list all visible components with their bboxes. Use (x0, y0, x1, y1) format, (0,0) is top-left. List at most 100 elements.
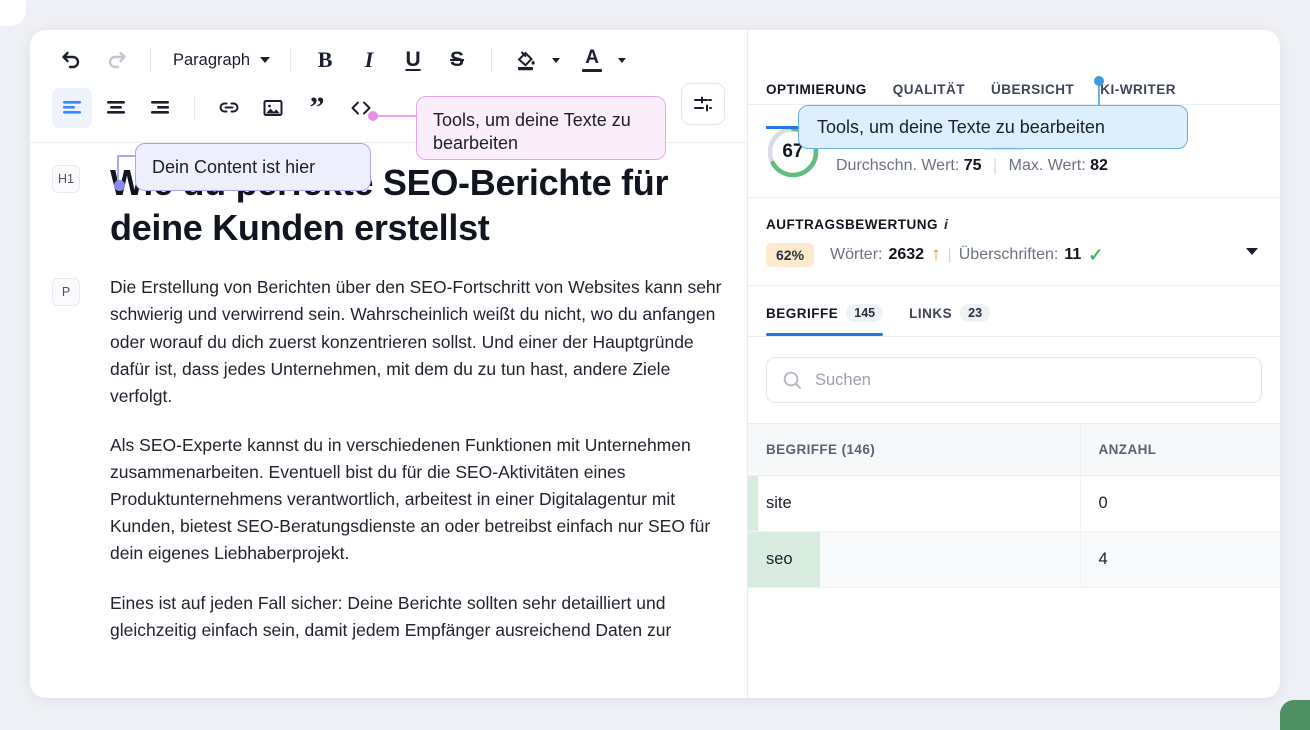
assessment-label: AUFTRAGSBEWERTUNG (766, 216, 938, 232)
fill-color-icon (517, 51, 535, 71)
tab-qualitaet[interactable]: QUALITÄT (893, 82, 965, 97)
check-icon: ✓ (1088, 244, 1104, 265)
blue-callout-anchor-dot (1094, 76, 1104, 86)
assessment-header: AUFTRAGSBEWERTUNG i (766, 216, 1262, 232)
highlight-color-chevron-down-icon[interactable] (552, 57, 561, 63)
assessment-section: AUFTRAGSBEWERTUNG i 62% Wörter: 2632 ↑ |… (748, 198, 1280, 286)
max-label: Max. Wert: (1008, 156, 1086, 174)
column-header-begriffe[interactable]: BEGRIFFE (146) (748, 423, 1080, 476)
callout-tools-pink: Tools, um deine Texte zu bearbeiten (416, 96, 666, 160)
callout-dein-content: Dein Content ist hier (135, 143, 371, 191)
bold-icon: B (317, 47, 333, 72)
align-left-icon (63, 101, 81, 114)
content-score-stats: Durchschn. Wert: 75 | Max. Wert: 82 (836, 157, 1262, 175)
table-row[interactable]: seo 4 (748, 531, 1280, 588)
redo-button[interactable] (96, 40, 136, 80)
block-badge-h1: H1 (52, 165, 80, 193)
undo-icon (62, 51, 80, 69)
tab-uebersicht[interactable]: ÜBERSICHT (991, 82, 1074, 97)
text-color-button[interactable]: A (572, 40, 612, 80)
count-cell: 0 (1079, 475, 1280, 532)
search-section (748, 337, 1280, 423)
average-value: 75 (963, 156, 982, 174)
headings-label: Überschriften: (958, 246, 1059, 263)
tab-ki-writer[interactable]: KI-WRITER (1100, 82, 1176, 97)
max-value: 82 (1090, 156, 1108, 174)
sub-tab-links-label: LINKS (909, 305, 953, 321)
paragraph-style-label: Paragraph (173, 50, 251, 69)
terms-table: BEGRIFFE (146) ANZAHL site 0 seo 4 (748, 423, 1280, 588)
trend-up-icon: ↑ (931, 244, 941, 265)
sub-tab-links-count: 23 (960, 304, 991, 322)
redo-icon (108, 51, 126, 69)
words-label: Wörter: (830, 246, 883, 263)
text-color-icon: A (585, 46, 599, 68)
underline-button[interactable]: U (393, 40, 433, 80)
term-cell: seo (748, 531, 1080, 588)
sub-tab-links[interactable]: LINKS 23 (909, 304, 991, 336)
table-row[interactable]: site 0 (748, 475, 1280, 532)
sub-tab-begriffe[interactable]: BEGRIFFE 145 (766, 304, 884, 336)
undo-button[interactable] (52, 40, 92, 80)
stats-separator: | (993, 156, 998, 174)
panel-tab-bar: OPTIMIERUNG QUALITÄT ÜBERSICHT KI-WRITER (748, 30, 1280, 104)
bold-button[interactable]: B (305, 40, 345, 80)
align-center-button[interactable] (96, 88, 136, 128)
panel-sub-tab-bar: BEGRIFFE 145 LINKS 23 (748, 286, 1280, 336)
headings-value: 11 (1064, 246, 1082, 263)
decorative-corner-top-left (0, 0, 26, 26)
term-cell: site (748, 475, 1080, 532)
terms-table-head: BEGRIFFE (146) ANZAHL (748, 423, 1280, 476)
pink-callout-connector (372, 115, 418, 117)
insert-link-button[interactable] (209, 88, 249, 128)
text-color-chevron-down-icon[interactable] (618, 57, 627, 63)
toolbar-divider (194, 95, 195, 121)
assessment-collapse-chevron-down-icon[interactable] (1246, 248, 1258, 255)
toolbar-divider (150, 47, 151, 73)
italic-button[interactable]: I (349, 40, 389, 80)
count-cell: 4 (1079, 531, 1280, 588)
document-block-paragraphs: P Die Erstellung von Berichten über den … (52, 274, 725, 644)
image-icon (263, 100, 283, 116)
info-icon[interactable]: i (944, 216, 948, 232)
chevron-down-icon (260, 57, 271, 63)
paragraph-2: Als SEO-Experte kannst du in verschieden… (110, 434, 711, 564)
decorative-corner-bottom-right (1280, 700, 1310, 730)
strikethrough-icon: S (450, 48, 465, 71)
column-header-anzahl[interactable]: ANZAHL (1079, 423, 1280, 476)
link-icon (219, 102, 239, 113)
paragraph-3: Eines ist auf jeden Fall sicher: Deine B… (110, 592, 672, 640)
toolbar-divider (290, 47, 292, 73)
paragraph-style-dropdown[interactable]: Paragraph (165, 43, 276, 77)
assessment-percent-badge: 62% (766, 243, 815, 267)
align-right-button[interactable] (140, 88, 180, 128)
sub-tab-begriffe-count: 145 (846, 304, 884, 322)
strikethrough-button[interactable]: S (437, 40, 477, 80)
sub-tab-begriffe-label: BEGRIFFE (766, 305, 839, 321)
toolbar-divider (491, 47, 493, 73)
align-right-icon (151, 101, 169, 114)
align-center-icon (107, 101, 125, 114)
text-color-swatch (582, 68, 603, 73)
editor-settings-button[interactable] (681, 83, 725, 125)
editor-toolbar-row-1: Paragraph B I U S A (30, 30, 747, 82)
terms-table-header-row: BEGRIFFE (146) ANZAHL (748, 423, 1280, 476)
average-label: Durchschn. Wert: (836, 156, 960, 174)
blockquote-button[interactable]: ” (297, 88, 337, 128)
tab-optimierung[interactable]: OPTIMIERUNG (766, 82, 867, 97)
term-label: seo (766, 550, 793, 568)
italic-icon: I (364, 47, 374, 72)
highlight-color-button[interactable] (506, 40, 546, 80)
assessment-separator: | (947, 246, 952, 263)
code-block-button[interactable] (341, 88, 381, 128)
assessment-stats: 62% Wörter: 2632 ↑ | Überschriften: 11 ✓ (766, 243, 1262, 267)
insert-image-button[interactable] (253, 88, 293, 128)
term-highlight-bar (748, 476, 758, 531)
page-root: Paragraph B I U S A ” H1 Wie du perfekte… (0, 0, 1310, 730)
document-content[interactable]: H1 Wie du perfekte SEO-Berichte für dein… (30, 161, 747, 644)
search-box[interactable] (766, 357, 1262, 403)
purple-callout-anchor-dot (114, 180, 125, 191)
align-left-button[interactable] (52, 88, 92, 128)
block-badge-p: P (52, 278, 80, 307)
search-input[interactable] (815, 370, 1247, 390)
